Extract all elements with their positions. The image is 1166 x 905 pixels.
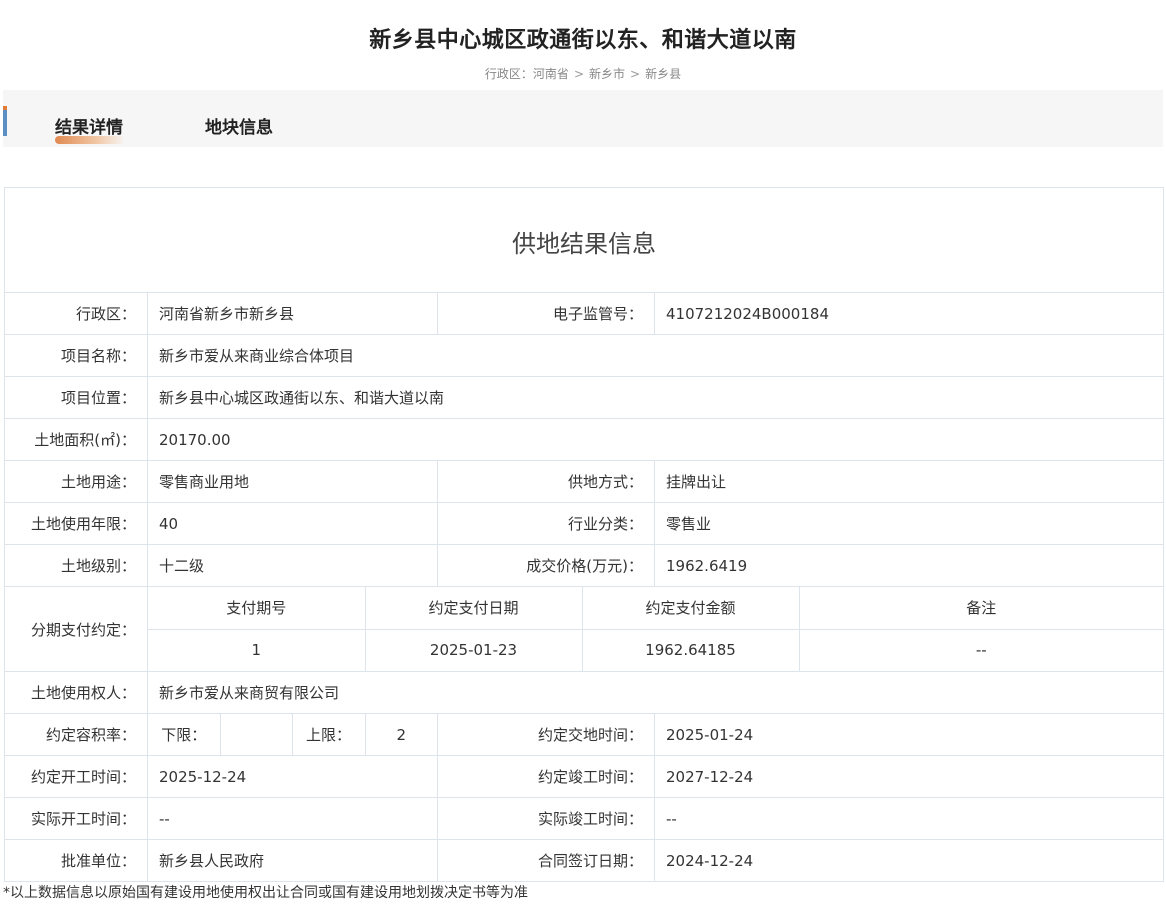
supervision-no-value: 4107212024B000184 xyxy=(654,292,1164,335)
finish-date-value: 2027-12-24 xyxy=(654,755,1164,798)
finish-date-label: 约定竣工时间： xyxy=(437,755,655,798)
breadcrumb-separator: > xyxy=(573,67,584,81)
project-name-value: 新乡市爱从来商业综合体项目 xyxy=(147,334,1164,377)
table-row: 项目名称： 新乡市爱从来商业综合体项目 xyxy=(4,334,1164,377)
breadcrumb-province[interactable]: 河南省 xyxy=(533,67,569,81)
installments-label: 分期支付约定： xyxy=(4,586,148,672)
land-area-value: 20170.00 xyxy=(147,418,1164,461)
installment-amount: 1962.64185 xyxy=(581,628,800,671)
installment-header-remark: 备注 xyxy=(798,587,1163,630)
table-row: 土地用途： 零售商业用地 供地方式： 挂牌出让 xyxy=(4,460,1164,503)
land-user-label: 土地使用权人： xyxy=(4,671,148,714)
table-row: 批准单位： 新乡县人民政府 合同签订日期： 2024-12-24 xyxy=(4,839,1164,882)
supervision-no-label: 电子监管号： xyxy=(437,292,655,335)
land-user-value: 新乡市爱从来商贸有限公司 xyxy=(147,671,1164,714)
actual-finish-label: 实际竣工时间： xyxy=(437,797,655,840)
deal-price-value: 1962.6419 xyxy=(654,544,1164,587)
actual-start-label: 实际开工时间： xyxy=(4,797,148,840)
start-date-label: 约定开工时间： xyxy=(4,755,148,798)
land-use-label: 土地用途： xyxy=(4,460,148,503)
installment-row: 1 2025-01-23 1962.64185 -- xyxy=(148,628,1163,671)
handover-date-label: 约定交地时间： xyxy=(437,713,655,756)
breadcrumb-separator: > xyxy=(630,67,641,81)
use-term-value: 40 xyxy=(147,502,438,545)
approver-value: 新乡县人民政府 xyxy=(147,839,438,882)
table-row: 土地使用权人： 新乡市爱从来商贸有限公司 xyxy=(4,671,1164,714)
table-row: 约定容积率： 下限： 上限： 2 约定交地时间： 2025-01-24 xyxy=(4,713,1164,756)
far-upper-label: 上限： xyxy=(292,714,366,755)
installment-header-period: 支付期号 xyxy=(148,587,366,630)
installment-date: 2025-01-23 xyxy=(364,628,583,671)
table-row: 行政区： 河南省新乡市新乡县 电子监管号： 4107212024B000184 xyxy=(4,292,1164,335)
installment-header-date: 约定支付日期 xyxy=(364,587,583,630)
table-row: 分期支付约定： 支付期号 约定支付日期 约定支付金额 备注 1 2025-01-… xyxy=(4,586,1164,672)
industry-label: 行业分类： xyxy=(437,502,655,545)
installment-remark: -- xyxy=(798,628,1163,671)
footnote: *以上数据信息以原始国有建设用地使用权出让合同或国有建设用地划拨决定书等为准 xyxy=(3,885,528,901)
start-date-value: 2025-12-24 xyxy=(147,755,438,798)
admin-region-value: 河南省新乡市新乡县 xyxy=(147,292,438,335)
breadcrumb-city[interactable]: 新乡市 xyxy=(589,67,625,81)
tab-result-details[interactable]: 结果详情 xyxy=(55,113,123,138)
actual-finish-value: -- xyxy=(654,797,1164,840)
table-row: 项目位置： 新乡县中心城区政通街以东、和谐大道以南 xyxy=(4,376,1164,419)
table-row: 土地面积(㎡)： 20170.00 xyxy=(4,418,1164,461)
land-area-label: 土地面积(㎡)： xyxy=(4,418,148,461)
tab-bar: 结果详情 地块信息 xyxy=(3,90,1163,147)
project-name-label: 项目名称： xyxy=(4,334,148,377)
installment-header-amount: 约定支付金额 xyxy=(581,587,800,630)
installments-cell: 支付期号 约定支付日期 约定支付金额 备注 1 2025-01-23 1962.… xyxy=(147,586,1164,672)
table-row: 土地级别： 十二级 成交价格(万元)： 1962.6419 xyxy=(4,544,1164,587)
tab-bar-accent xyxy=(3,110,7,136)
far-label: 约定容积率： xyxy=(4,713,148,756)
supply-result-table: 供地结果信息 行政区： 河南省新乡市新乡县 电子监管号： 4107212024B… xyxy=(4,187,1164,882)
breadcrumb-county[interactable]: 新乡县 xyxy=(645,67,681,81)
installments-table: 支付期号 约定支付日期 约定支付金额 备注 1 2025-01-23 1962.… xyxy=(148,587,1163,671)
section-title: 供地结果信息 xyxy=(4,187,1164,293)
land-use-value: 零售商业用地 xyxy=(147,460,438,503)
admin-region-label: 行政区： xyxy=(4,292,148,335)
far-table: 下限： 上限： 2 xyxy=(148,714,437,755)
land-grade-value: 十二级 xyxy=(147,544,438,587)
far-upper-value: 2 xyxy=(396,725,407,744)
table-row: 实际开工时间： -- 实际竣工时间： -- xyxy=(4,797,1164,840)
handover-date-value: 2025-01-24 xyxy=(654,713,1164,756)
page-title: 新乡县中心城区政通街以东、和谐大道以南 xyxy=(369,28,797,53)
deal-price-label: 成交价格(万元)： xyxy=(437,544,655,587)
tab-parcel-info[interactable]: 地块信息 xyxy=(205,113,273,138)
active-tab-indicator xyxy=(55,136,125,144)
contract-date-label: 合同签订日期： xyxy=(437,839,655,882)
project-location-value: 新乡县中心城区政通街以东、和谐大道以南 xyxy=(147,376,1164,419)
land-grade-label: 土地级别： xyxy=(4,544,148,587)
table-row: 约定开工时间： 2025-12-24 约定竣工时间： 2027-12-24 xyxy=(4,755,1164,798)
supply-method-label: 供地方式： xyxy=(437,460,655,503)
installment-period: 1 xyxy=(148,628,366,671)
far-cell: 下限： 上限： 2 xyxy=(147,713,438,756)
approver-label: 批准单位： xyxy=(4,839,148,882)
breadcrumb-prefix: 行政区： xyxy=(484,67,533,81)
breadcrumb: 行政区：河南省 > 新乡市 > 新乡县 xyxy=(0,65,1166,82)
contract-date-value: 2024-12-24 xyxy=(654,839,1164,882)
far-lower-label: 下限： xyxy=(148,714,221,755)
supply-method-value: 挂牌出让 xyxy=(654,460,1164,503)
project-location-label: 项目位置： xyxy=(4,376,148,419)
far-lower-value xyxy=(220,714,293,755)
actual-start-value: -- xyxy=(147,797,438,840)
table-row: 土地使用年限： 40 行业分类： 零售业 xyxy=(4,502,1164,545)
use-term-label: 土地使用年限： xyxy=(4,502,148,545)
industry-value: 零售业 xyxy=(654,502,1164,545)
